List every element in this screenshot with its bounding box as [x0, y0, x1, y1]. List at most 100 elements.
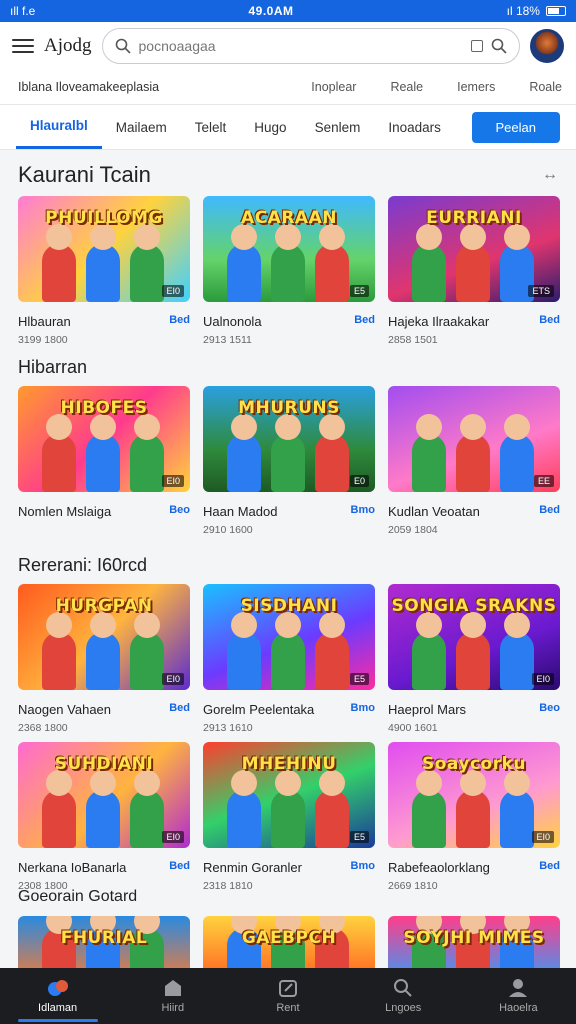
game-card[interactable]: HURGPAN EI0 Naogen Vahaen Bed 2368 1800: [18, 584, 190, 736]
tab-4[interactable]: Hugo: [240, 105, 300, 149]
avatar[interactable]: [530, 29, 564, 63]
game-title[interactable]: Haeprol Mars: [388, 702, 466, 717]
game-title[interactable]: Nomlen Mslaiga: [18, 504, 111, 519]
game-card[interactable]: FHURIAL: [18, 916, 190, 970]
game-card[interactable]: Soaycorku EI0 Rabefeaolorklang Bed 2669 1810: [388, 742, 560, 894]
subbar-link[interactable]: Inoplear: [311, 80, 356, 94]
game-thumbnail[interactable]: FHURIAL: [18, 916, 190, 970]
game-thumbnail[interactable]: HURGPAN EI0: [18, 584, 190, 690]
game-card[interactable]: SISDHANI E5 Gorelm Peelentaka Bmo 2913 1610: [203, 584, 375, 736]
price-badge[interactable]: Bed: [169, 314, 190, 329]
game-title[interactable]: Kudlan Veoatan: [388, 504, 480, 519]
game-card[interactable]: MHURUNS E0 Haan Madod Bmo 2910 1600: [203, 386, 375, 538]
character-figure: [42, 790, 76, 848]
game-card[interactable]: SONGIA SRAKNS EI0 Haeprol Mars Beo 4900 1601: [388, 584, 560, 736]
price-badge[interactable]: Beo: [169, 504, 190, 519]
price-badge[interactable]: Bed: [169, 860, 190, 875]
character-figure: [86, 434, 120, 492]
subbar-link[interactable]: Iemers: [457, 80, 495, 94]
price-badge[interactable]: Bed: [539, 860, 560, 875]
game-thumbnail[interactable]: Soaycorku EI0: [388, 742, 560, 848]
game-thumbnail[interactable]: MHURUNS E0: [203, 386, 375, 492]
menu-icon[interactable]: [12, 39, 34, 53]
price-badge[interactable]: Bed: [169, 702, 190, 717]
game-card[interactable]: EE Kudlan Veoatan Bed 2059 1804: [388, 386, 560, 538]
subbar-link[interactable]: Reale: [390, 80, 423, 94]
nav-profile[interactable]: Haoelra: [468, 978, 568, 1014]
top-app-bar: Ajodg pocnoaagaa: [0, 22, 576, 70]
price-badge[interactable]: Bmo: [351, 860, 375, 875]
game-grid: SUHDIANI EI0 Nerkana IoBanarla Bed 2308 1800…: [0, 742, 576, 894]
character-figure: [315, 632, 349, 690]
game-card[interactable]: SOYJHI MIMES: [388, 916, 560, 970]
character-figure: [227, 790, 261, 848]
price-badge[interactable]: Bed: [539, 504, 560, 519]
tab-2[interactable]: Mailaem: [102, 105, 181, 149]
section-header: Rererani: I60rcd: [0, 546, 576, 584]
game-thumbnail[interactable]: ACARAAN E5: [203, 196, 375, 302]
game-thumbnail[interactable]: SONGIA SRAKNS EI0: [388, 584, 560, 690]
section-title: Hibarran: [18, 356, 88, 377]
character-figure: [227, 632, 261, 690]
price-badge[interactable]: Bed: [539, 314, 560, 329]
main-content[interactable]: Kaurani Tcain ↔ PHUILLOMG EI0 Hlbauran Bed 3…: [0, 150, 576, 970]
game-thumbnail[interactable]: GAEBPCH: [203, 916, 375, 970]
game-card[interactable]: MHEHINU E5 Renmin Goranler Bmo 2318 1810: [203, 742, 375, 894]
character-figure: [42, 632, 76, 690]
section-title: Kaurani Tcain: [18, 162, 151, 187]
game-card[interactable]: GAEBPCH: [203, 916, 375, 970]
price-badge[interactable]: Bmo: [351, 504, 375, 519]
scan-icon[interactable]: [471, 40, 483, 52]
game-thumbnail[interactable]: PHUILLOMG EI0: [18, 196, 190, 302]
nav-search[interactable]: Lngoes: [353, 978, 453, 1014]
game-thumbnail[interactable]: SISDHANI E5: [203, 584, 375, 690]
game-stats: 2059 1804: [388, 524, 438, 536]
game-card[interactable]: SUHDIANI EI0 Nerkana IoBanarla Bed 2308 1800: [18, 742, 190, 894]
primary-action-button[interactable]: Peelan: [471, 111, 560, 143]
game-card[interactable]: PHUILLOMG EI0 Hlbauran Bed 3199 1800: [18, 196, 190, 348]
card-meta: Rabefeaolorklang Bed: [388, 860, 560, 875]
game-thumbnail[interactable]: MHEHINU E5: [203, 742, 375, 848]
price-badge[interactable]: Bed: [354, 314, 375, 329]
search-input[interactable]: pocnoaagaa: [101, 28, 520, 64]
rating-chip: E5: [349, 285, 369, 297]
nav-label: Rent: [276, 1002, 300, 1014]
game-card[interactable]: HIBOFES EI0 Nomlen Mslaiga Beo: [18, 386, 190, 538]
game-thumbnail[interactable]: SUHDIANI EI0: [18, 742, 190, 848]
character-figure: [42, 244, 76, 302]
tab-3[interactable]: Telelt: [181, 105, 241, 149]
game-title[interactable]: Naogen Vahaen: [18, 702, 111, 717]
nav-library[interactable]: Hiird: [123, 978, 223, 1014]
subbar-link[interactable]: Roale: [529, 80, 562, 94]
app-logo[interactable]: Ajodg: [44, 35, 92, 57]
character-figure: [86, 244, 120, 302]
character-figure: [456, 632, 490, 690]
nav-home[interactable]: Idlaman: [8, 978, 108, 1022]
game-title[interactable]: Renmin Goranler: [203, 860, 302, 875]
rating-chip: E0: [349, 475, 369, 487]
game-thumbnail[interactable]: SOYJHI MIMES: [388, 916, 560, 970]
search-submit-icon[interactable]: [491, 38, 507, 54]
game-card[interactable]: EURRIANI ETS Hajeka Ilraakakar Bed 2858 1501: [388, 196, 560, 348]
expand-icon[interactable]: ↔: [542, 166, 558, 184]
game-title[interactable]: Ualnonola: [203, 314, 262, 329]
game-title[interactable]: Gorelm Peelentaka: [203, 702, 314, 717]
nav-rent[interactable]: Rent: [238, 978, 338, 1014]
game-title[interactable]: Nerkana IoBanarla: [18, 860, 126, 875]
character-figure: [456, 434, 490, 492]
rating-chip: EI0: [162, 475, 184, 487]
game-thumbnail[interactable]: EURRIANI ETS: [388, 196, 560, 302]
tab-home[interactable]: Hlauralbl: [16, 105, 102, 149]
game-title[interactable]: Haan Madod: [203, 504, 277, 519]
game-title[interactable]: Rabefeaolorklang: [388, 860, 490, 875]
price-badge[interactable]: Bmo: [351, 702, 375, 717]
game-thumbnail[interactable]: EE: [388, 386, 560, 492]
price-badge[interactable]: Beo: [539, 702, 560, 717]
game-title[interactable]: Hlbauran: [18, 314, 71, 329]
nav-label: Hiird: [161, 1002, 185, 1014]
tab-5[interactable]: Senlem: [301, 105, 375, 149]
game-card[interactable]: ACARAAN E5 Ualnonola Bed 2913 1511: [203, 196, 375, 348]
game-title[interactable]: Hajeka Ilraakakar: [388, 314, 489, 329]
game-thumbnail[interactable]: HIBOFES EI0: [18, 386, 190, 492]
tab-6[interactable]: Inoadars: [374, 105, 455, 149]
